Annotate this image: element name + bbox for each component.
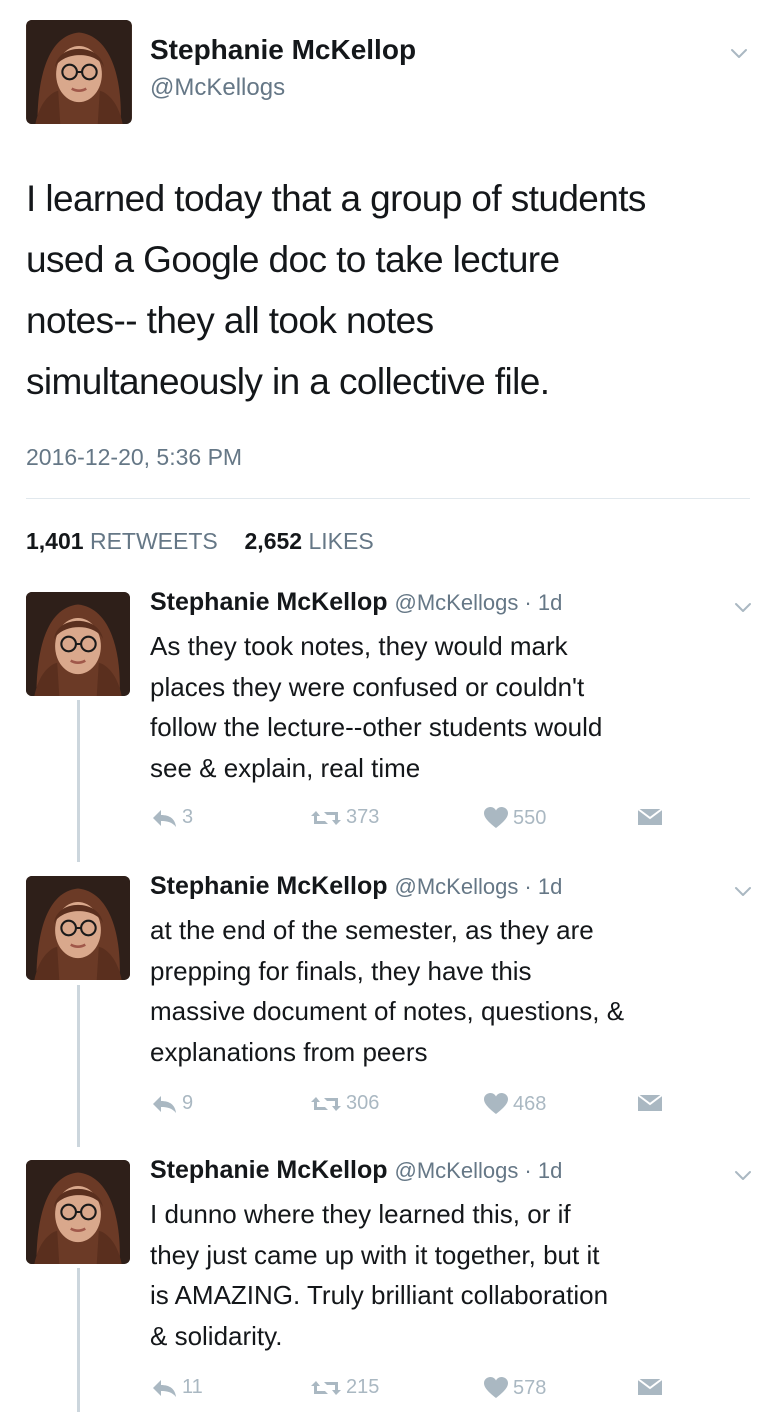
author-name[interactable]: Stephanie McKellop	[150, 588, 388, 616]
tweet-text-line: massive document of notes, questions, &	[150, 996, 625, 1026]
retweet-button[interactable]: 373	[310, 806, 379, 829]
author-name[interactable]: Stephanie McKellop	[150, 872, 388, 900]
tweet-text-line: simultaneously in a collective file.	[26, 361, 550, 402]
author-handle[interactable]: @McKellogs	[150, 74, 285, 102]
like-button[interactable]: 468	[483, 1092, 546, 1116]
retweets-count: 1,401	[26, 528, 84, 554]
tweet-text-line: prepping for finals, they have this	[150, 955, 532, 986]
retweet-count: 373	[346, 806, 380, 828]
dm-button[interactable]	[636, 1092, 664, 1114]
author-name[interactable]: Stephanie McKellop	[150, 34, 416, 66]
envelope-icon	[636, 1376, 664, 1398]
heart-icon	[483, 1092, 509, 1116]
profile-photo	[26, 1160, 130, 1264]
tweet-text-line: I learned today that a group of students	[26, 178, 646, 219]
tweet-text-line: As they took notes, they would mark	[150, 631, 568, 661]
chevron-down-icon[interactable]	[728, 42, 750, 64]
chevron-down-icon[interactable]	[732, 880, 754, 902]
profile-photo	[26, 876, 130, 980]
retweet-icon	[310, 1377, 342, 1399]
tweet-text-line: they just came up with it together, but …	[150, 1239, 600, 1270]
reply-count: 11	[182, 1376, 203, 1398]
tweet-text-line: see & explain, real time	[150, 752, 421, 783]
tweet-actions: 9 306 468	[150, 1092, 750, 1122]
reply-button[interactable]: 9	[150, 1092, 193, 1115]
author-name[interactable]: Stephanie McKellop	[150, 1156, 388, 1184]
reply-arrow-icon	[150, 1377, 178, 1399]
tweet-actions: 11 215 578	[150, 1376, 750, 1406]
dm-button[interactable]	[636, 806, 664, 828]
likes-label: LIKES	[308, 528, 374, 554]
avatar[interactable]	[26, 1160, 130, 1264]
tweet-text-line: I dunno where they learned this, or if	[150, 1199, 571, 1229]
like-button[interactable]: 550	[483, 806, 546, 830]
tweet-text-line: follow the lecture--other students would	[150, 712, 603, 742]
chevron-down-icon[interactable]	[732, 596, 754, 618]
heart-icon	[483, 806, 509, 830]
tweet-text: I dunno where they learned this, or if t…	[150, 1194, 750, 1356]
retweet-button[interactable]: 215	[310, 1376, 379, 1399]
tweet-text: I learned today that a group of students…	[26, 168, 756, 412]
profile-photo	[26, 20, 132, 124]
author-handle-time[interactable]: @McKellogs · 1d	[395, 1158, 563, 1183]
like-count: 578	[513, 1376, 547, 1399]
likes-count: 2,652	[244, 528, 303, 554]
heart-icon	[483, 1376, 509, 1400]
reply-arrow-icon	[150, 807, 178, 829]
retweet-count: 215	[346, 1376, 380, 1398]
tweet-stats: 1,401 RETWEETS 2,652 LIKES	[26, 528, 374, 555]
retweet-count: 306	[346, 1092, 380, 1114]
reply-count: 9	[182, 1092, 194, 1114]
like-count: 468	[513, 1092, 547, 1115]
retweet-icon	[310, 1093, 342, 1115]
like-button[interactable]: 578	[483, 1376, 546, 1400]
reply-tweet: Stephanie McKellop @McKellogs · 1d I dun…	[0, 1156, 766, 1410]
tweet-actions: 3 373 550	[150, 806, 750, 836]
retweets-stat[interactable]: 1,401 RETWEETS	[26, 528, 224, 554]
tweet-text: As they took notes, they would mark plac…	[150, 626, 750, 788]
avatar[interactable]	[26, 592, 130, 696]
retweet-button[interactable]: 306	[310, 1092, 379, 1115]
retweet-icon	[310, 807, 342, 829]
profile-photo	[26, 592, 130, 696]
divider	[26, 498, 750, 499]
tweet-text-line: explanations from peers	[150, 1036, 428, 1067]
avatar[interactable]	[26, 20, 132, 124]
author-handle-time[interactable]: @McKellogs · 1d	[395, 874, 563, 899]
reply-tweet: Stephanie McKellop @McKellogs · 1d at th…	[0, 872, 766, 1126]
reply-header: Stephanie McKellop @McKellogs · 1d	[150, 588, 562, 617]
reply-count: 3	[182, 806, 194, 828]
reply-button[interactable]: 11	[150, 1376, 203, 1399]
author-handle-time[interactable]: @McKellogs · 1d	[395, 590, 563, 615]
reply-header: Stephanie McKellop @McKellogs · 1d	[150, 1156, 562, 1185]
like-count: 550	[513, 806, 547, 829]
reply-arrow-icon	[150, 1093, 178, 1115]
reply-header: Stephanie McKellop @McKellogs · 1d	[150, 872, 562, 901]
reply-button[interactable]: 3	[150, 806, 193, 829]
dm-button[interactable]	[636, 1376, 664, 1398]
envelope-icon	[636, 806, 664, 828]
tweet-text-line: at the end of the semester, as they are	[150, 915, 594, 945]
likes-stat[interactable]: 2,652 LIKES	[245, 528, 374, 554]
tweet-text-line: places they were confused or couldn't	[150, 671, 585, 702]
reply-tweet: Stephanie McKellop @McKellogs · 1d As th…	[0, 588, 766, 842]
envelope-icon	[636, 1092, 664, 1114]
tweet-text-line: & solidarity.	[150, 1320, 283, 1351]
retweets-label: RETWEETS	[89, 528, 218, 554]
chevron-down-icon[interactable]	[732, 1164, 754, 1186]
tweet-text-line: notes-- they all took notes	[26, 300, 434, 341]
main-tweet: Stephanie McKellop @McKellogs I learned …	[0, 0, 766, 554]
tweet-timestamp[interactable]: 2016-12-20, 5:36 PM	[26, 444, 242, 471]
tweet-text: at the end of the semester, as they are …	[150, 910, 750, 1072]
avatar[interactable]	[26, 876, 130, 980]
tweet-text-line: used a Google doc to take lecture	[26, 239, 560, 280]
tweet-text-line: is AMAZING. Truly brilliant collaboratio…	[150, 1280, 609, 1310]
